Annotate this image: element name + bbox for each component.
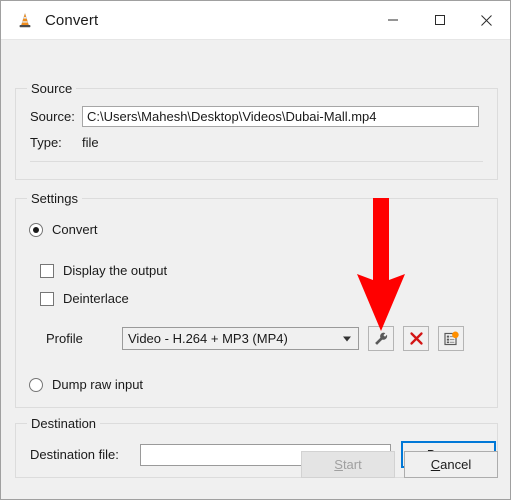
source-label: Source: [30,109,75,124]
convert-radio-label: Convert [52,222,98,237]
deinterlace-checkbox[interactable] [40,291,54,306]
new-profile-button[interactable] [438,326,464,351]
source-input[interactable] [82,106,479,127]
display-output-label: Display the output [63,263,168,278]
close-icon[interactable] [463,1,510,39]
display-output-checkbox[interactable] [40,263,54,278]
wrench-icon [375,332,388,345]
type-row: Type: file [30,135,99,150]
minimize-icon[interactable] [369,1,416,39]
edit-profile-button[interactable] [368,326,394,351]
cancel-button-label: Cancel [430,457,472,472]
start-button[interactable]: Start [301,451,395,478]
profile-selected-value: Video - H.264 + MP3 (MP4) [128,331,288,346]
start-button-label: Start [334,457,362,472]
settings-group-title: Settings [27,191,82,206]
cancel-button-wrap: Cancel [404,451,498,478]
cancel-button[interactable]: Cancel [404,451,498,478]
source-group: Source Source: Type: file [15,81,498,180]
dialog-body: Source Source: Type: file Settings Conve… [1,40,510,499]
red-x-icon [409,332,423,345]
profile-label: Profile [46,331,83,346]
convert-radio-button[interactable] [29,222,43,237]
display-output-row[interactable]: Display the output [40,263,167,278]
source-inner-divider [30,161,483,162]
convert-dialog-window: Convert Source Source: C:\Users\Mahesh\D… [0,0,511,500]
source-group-title: Source [27,81,77,96]
deinterlace-row[interactable]: Deinterlace [40,291,129,306]
dump-raw-input-label: Dump raw input [52,377,144,392]
chevron-down-icon [343,336,351,341]
vlc-cone-icon [16,12,34,30]
profile-row: Profile Video - H.264 + MP3 (MP4) [46,326,464,351]
destination-file-label: Destination file: [30,447,119,462]
type-label: Type: [30,135,62,150]
settings-group: Settings Convert Display the output Dein… [15,191,498,408]
destination-group-title: Destination [27,416,101,431]
profile-select[interactable]: Video - H.264 + MP3 (MP4) [122,327,359,350]
titlebar: Convert [1,1,510,40]
dump-raw-input-radio-button[interactable] [29,377,43,392]
new-profile-icon [444,331,459,345]
start-button-wrap: Start [301,451,395,478]
delete-profile-button[interactable] [403,326,429,351]
convert-radio-row[interactable]: Convert [29,222,98,237]
deinterlace-label: Deinterlace [63,291,129,306]
source-row: Source: [30,106,479,127]
maximize-icon[interactable] [416,1,463,39]
dump-raw-input-row[interactable]: Dump raw input [29,377,143,392]
window-title: Convert [45,12,99,29]
type-value: file [82,135,99,150]
window-controls [369,1,510,40]
